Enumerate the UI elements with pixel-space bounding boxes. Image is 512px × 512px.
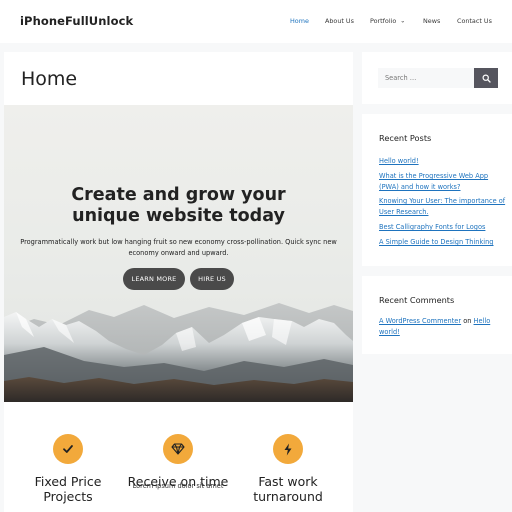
widget-title: Recent Posts [379,133,432,143]
nav-item-about-us[interactable]: About Us [325,17,354,25]
recent-post-link[interactable]: Knowing Your User: The importance of Use… [379,196,507,217]
recent-posts-widget: Recent Posts Hello world! What is the Pr… [362,114,512,266]
recent-post-link[interactable]: Best Calligraphy Fonts for Logos [379,222,507,233]
search-input[interactable] [378,68,474,88]
main-navigation: Home About Us Portfolio ⌄ News Contact Us [0,17,512,29]
site-header: iPhoneFullUnlock Home About Us Portfolio… [0,0,512,43]
nav-item-home[interactable]: Home [290,17,309,25]
hire-us-button[interactable]: HIRE US [190,268,234,290]
nav-item-news[interactable]: News [423,17,440,25]
diamond-icon [163,434,193,464]
feature-title: Fixed Price Projects [8,474,128,504]
nav-item-portfolio[interactable]: Portfolio ⌄ [370,17,405,25]
hero-heading-line1: Create and grow your [71,185,286,205]
nav-item-portfolio-label: Portfolio [370,17,397,25]
widget-title: Recent Comments [379,295,455,305]
page-title: Home [21,68,78,90]
search-button[interactable] [474,68,498,88]
feature-title-line2: Projects [43,489,93,504]
hero-section: Create and grow your unique website toda… [4,105,353,402]
comment-author-link[interactable]: A WordPress Commenter [379,317,461,325]
recent-comments-widget: Recent Comments A WordPress Commenter on… [362,276,512,354]
recent-post-link[interactable]: Hello world! [379,156,507,167]
search-icon [482,74,491,83]
chevron-down-icon: ⌄ [400,17,406,25]
recent-post-link[interactable]: What is the Progressive Web App (PWA) an… [379,171,507,192]
search-widget [362,52,512,104]
nav-item-contact-us[interactable]: Contact Us [457,17,492,25]
recent-comment: A WordPress Commenter on Hello world! [379,316,507,337]
content-card: Home Create and grow your unique website… [4,52,353,512]
hero-heading-line2: unique website today [72,206,285,226]
learn-more-button[interactable]: LEARN MORE [123,268,185,290]
feature-title-line2: turnaround [253,489,323,504]
checkmark-icon [53,434,83,464]
recent-post-link[interactable]: A Simple Guide to Design Thinking [379,237,507,248]
feature-title-line1: Fast work [258,474,318,489]
hero-text: Programmatically work but low hanging fr… [20,238,337,257]
lightning-icon [273,434,303,464]
feature-text: Lorem ipsum dolor sit amet [132,482,224,490]
feature-title: Fast work turnaround [228,474,348,504]
feature-title-line1: Fixed Price [34,474,102,489]
hero-heading: Create and grow your unique website toda… [4,185,353,227]
comment-on-text: on [463,317,472,325]
